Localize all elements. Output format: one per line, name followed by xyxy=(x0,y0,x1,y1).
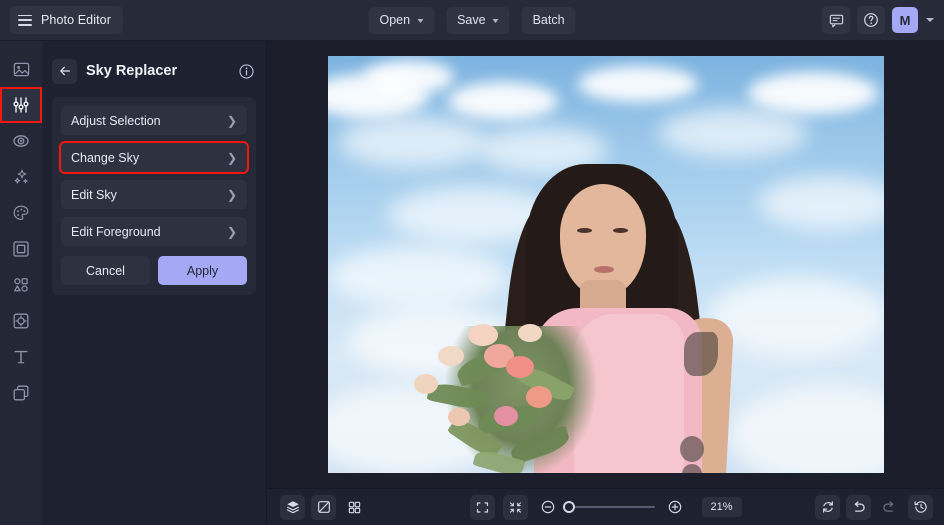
comment-icon xyxy=(829,14,843,27)
chevron-down-icon[interactable] xyxy=(926,18,934,22)
cancel-button[interactable]: Cancel xyxy=(61,256,150,285)
arrow-left-icon xyxy=(59,66,70,76)
compare-button[interactable] xyxy=(311,494,336,520)
zoom-level[interactable]: 21% xyxy=(701,497,742,517)
zoom-slider-handle[interactable] xyxy=(562,501,575,513)
redo-icon xyxy=(883,500,894,512)
panel-action-buttons: Cancel Apply xyxy=(61,256,247,285)
fit-screen-button[interactable] xyxy=(469,494,495,520)
reset-button[interactable] xyxy=(815,494,840,520)
chevron-right-icon: ❯ xyxy=(226,150,237,165)
sliders-icon xyxy=(13,97,29,113)
sidebar-item-text[interactable] xyxy=(0,339,42,375)
reset-rotate-icon xyxy=(822,501,833,513)
sidebar-item-color[interactable] xyxy=(0,195,42,231)
chevron-right-icon: ❯ xyxy=(226,224,237,239)
layers-stack-icon xyxy=(13,385,29,401)
zoom-controls: 21% xyxy=(469,494,742,520)
chevron-down-icon[interactable] xyxy=(492,18,499,23)
save-button[interactable]: Save xyxy=(446,6,510,34)
sidebar-item-retouch[interactable] xyxy=(0,123,42,159)
grid-view-button[interactable] xyxy=(342,495,367,520)
info-circle-icon xyxy=(238,63,254,79)
apply-button[interactable]: Apply xyxy=(158,256,247,285)
zoom-slider[interactable] xyxy=(562,501,655,513)
app-menu-button[interactable]: Photo Editor xyxy=(10,6,123,34)
page-title: Sky Replacer xyxy=(86,63,178,79)
plus-circle-icon xyxy=(668,500,682,514)
chevron-down-icon[interactable] xyxy=(417,18,424,23)
sidebar-item-frame[interactable] xyxy=(0,231,42,267)
back-button[interactable] xyxy=(52,58,77,84)
panel-header: Sky Replacer xyxy=(42,51,266,91)
minus-circle-icon xyxy=(541,500,555,514)
shapes-icon xyxy=(14,278,28,292)
top-tool-group: Open Save Batch xyxy=(368,6,576,34)
compare-split-icon xyxy=(317,501,330,513)
image-icon xyxy=(13,62,29,76)
batch-button[interactable]: Batch xyxy=(521,6,576,34)
canvas-area[interactable] xyxy=(267,41,944,488)
left-tool-rail xyxy=(0,41,42,525)
top-right-group: M xyxy=(822,6,934,34)
avatar[interactable]: M xyxy=(892,7,918,33)
app-title: Photo Editor xyxy=(41,13,111,27)
sidebar-item-shapes[interactable] xyxy=(0,267,42,303)
eye-retouch-icon xyxy=(13,135,29,147)
sidebar-item-image[interactable] xyxy=(0,51,42,87)
bottom-right-group xyxy=(815,494,933,520)
feedback-button[interactable] xyxy=(822,6,850,34)
menu-item-label: Change Sky xyxy=(71,150,140,165)
redo-button[interactable] xyxy=(877,495,902,520)
save-label: Save xyxy=(457,13,486,27)
bottom-left-group xyxy=(280,494,367,520)
zoom-out-button[interactable] xyxy=(535,495,560,520)
tool-panel: Sky Replacer Adjust Selection ❯ Change S… xyxy=(42,41,267,525)
menu-item-label: Edit Foreground xyxy=(71,224,161,239)
sidebar-item-effects[interactable] xyxy=(0,159,42,195)
sidebar-item-adjust[interactable] xyxy=(0,87,42,123)
menu-item-label: Edit Sky xyxy=(71,187,117,202)
open-button[interactable]: Open xyxy=(368,6,435,34)
undo-icon xyxy=(854,500,865,512)
fit-screen-icon xyxy=(476,501,488,513)
frame-icon xyxy=(13,241,29,257)
history-icon xyxy=(914,501,927,513)
menu-item-change-sky[interactable]: Change Sky ❯ xyxy=(59,141,249,174)
question-circle-icon xyxy=(864,13,878,27)
chevron-right-icon: ❯ xyxy=(226,113,237,128)
menu-item-edit-foreground[interactable]: Edit Foreground ❯ xyxy=(61,217,247,246)
menu-item-adjust-selection[interactable]: Adjust Selection ❯ xyxy=(61,106,247,135)
grid-view-icon xyxy=(348,501,361,513)
sidebar-item-sticker[interactable] xyxy=(0,303,42,339)
chevron-right-icon: ❯ xyxy=(226,187,237,202)
layers-button[interactable] xyxy=(280,494,305,520)
history-button[interactable] xyxy=(908,494,933,520)
zoom-in-button[interactable] xyxy=(662,495,687,520)
sidebar-item-layers[interactable] xyxy=(0,375,42,411)
collapse-screen-icon xyxy=(509,501,521,513)
open-label: Open xyxy=(379,13,411,27)
photo-editor-app: Photo Editor Open Save Batch M Sky Repla… xyxy=(0,0,944,525)
info-button[interactable] xyxy=(236,61,256,81)
actual-size-button[interactable] xyxy=(502,494,528,520)
menu-item-label: Adjust Selection xyxy=(71,113,161,128)
hamburger-icon[interactable] xyxy=(18,14,32,26)
layers-icon xyxy=(286,501,299,514)
help-button[interactable] xyxy=(857,6,885,34)
bottom-bar: 21% xyxy=(267,488,944,525)
top-bar: Photo Editor Open Save Batch M xyxy=(0,0,944,41)
batch-label: Batch xyxy=(532,13,565,27)
edited-photo[interactable] xyxy=(327,56,884,473)
text-icon xyxy=(14,350,28,364)
palette-icon xyxy=(13,205,29,221)
sticker-icon xyxy=(13,313,29,329)
menu-item-edit-sky[interactable]: Edit Sky ❯ xyxy=(61,180,247,209)
sparkles-icon xyxy=(14,169,28,184)
sky-replacer-options-card: Adjust Selection ❯ Change Sky ❯ Edit Sky… xyxy=(52,97,256,295)
undo-button[interactable] xyxy=(846,494,871,520)
